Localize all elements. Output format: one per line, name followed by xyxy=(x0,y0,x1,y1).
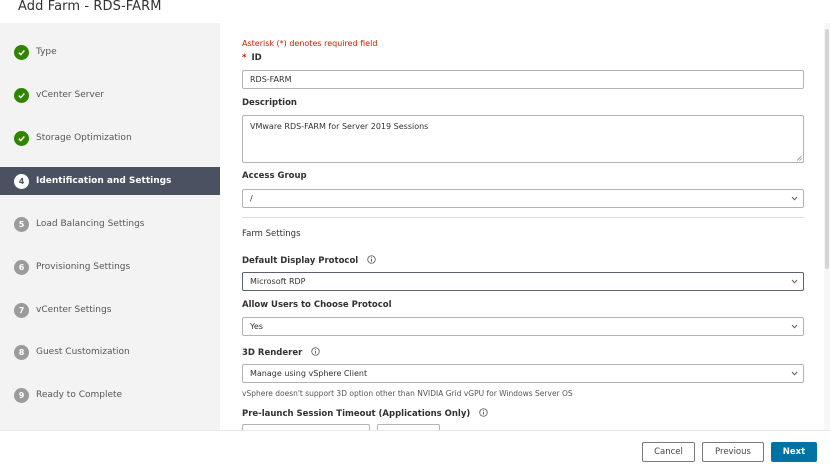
renderer-helper-text: vSphere doesn't support 3D option other … xyxy=(242,389,573,398)
display-protocol-select[interactable]: Microsoft RDP xyxy=(242,272,804,291)
step-label: Provisioning Settings xyxy=(36,262,131,272)
scrollbar-thumb[interactable] xyxy=(825,29,829,269)
id-label: * ID xyxy=(242,53,262,63)
form-scrollbar[interactable] xyxy=(824,23,830,430)
access-group-select[interactable]: / xyxy=(242,189,804,208)
footer-divider xyxy=(0,430,830,431)
wizard-body: Type vCenter Server Storage Optimization… xyxy=(0,23,830,430)
step-ready-to-complete[interactable]: 9 Ready to Complete xyxy=(0,381,220,409)
step-identification-and-settings[interactable]: 4 Identification and Settings xyxy=(0,167,220,195)
display-protocol-value: Microsoft RDP xyxy=(250,277,306,286)
renderer-value: Manage using vSphere Client xyxy=(250,369,368,378)
display-protocol-label-text: Default Display Protocol xyxy=(242,256,359,266)
step-provisioning-settings[interactable]: 6 Provisioning Settings xyxy=(0,253,220,281)
step-number-badge: 6 xyxy=(14,259,29,275)
step-storage-optimization[interactable]: Storage Optimization xyxy=(0,124,220,152)
display-protocol-label: Default Display Protocol xyxy=(242,255,376,266)
description-textarea[interactable]: VMware RDS-FARM for Server 2019 Sessions xyxy=(242,115,804,163)
description-text: VMware RDS-FARM for Server 2019 Sessions xyxy=(250,122,429,131)
info-icon[interactable] xyxy=(367,255,376,264)
step-guest-customization[interactable]: 8 Guest Customization xyxy=(0,338,220,366)
id-input[interactable]: RDS-FARM xyxy=(242,70,804,89)
step-number-badge: 4 xyxy=(14,173,29,189)
step-label: Guest Customization xyxy=(36,347,130,357)
chevron-down-icon xyxy=(791,279,798,284)
next-button[interactable]: Next xyxy=(771,442,817,462)
access-group-label: Access Group xyxy=(242,171,307,181)
form-panel: Asterisk (*) denotes required field * ID … xyxy=(220,23,824,430)
allow-choose-protocol-value: Yes xyxy=(250,322,263,331)
cancel-button[interactable]: Cancel xyxy=(642,442,695,462)
step-label: vCenter Server xyxy=(36,90,104,100)
resize-handle-icon[interactable] xyxy=(796,155,802,161)
check-icon xyxy=(14,130,29,146)
section-divider xyxy=(242,217,804,218)
farm-settings-title: Farm Settings xyxy=(242,229,301,239)
renderer-select[interactable]: Manage using vSphere Client xyxy=(242,364,804,383)
prelaunch-timeout-label: Pre-launch Session Timeout (Applications… xyxy=(242,408,488,419)
step-number-badge: 9 xyxy=(14,387,29,403)
step-label: Ready to Complete xyxy=(36,390,123,400)
step-number-badge: 5 xyxy=(14,216,29,232)
chevron-down-icon xyxy=(791,196,798,201)
page-title: Add Farm - RDS-FARM xyxy=(18,0,162,14)
check-icon xyxy=(14,87,29,103)
step-load-balancing-settings[interactable]: 5 Load Balancing Settings xyxy=(0,210,220,238)
chevron-down-icon xyxy=(791,324,798,329)
renderer-label: 3D Renderer xyxy=(242,347,320,358)
info-icon[interactable] xyxy=(479,408,488,417)
description-label: Description xyxy=(242,98,297,108)
wizard-steps-sidebar: Type vCenter Server Storage Optimization… xyxy=(0,23,220,430)
required-note: Asterisk (*) denotes required field xyxy=(242,39,378,48)
step-vcenter-settings[interactable]: 7 vCenter Settings xyxy=(0,296,220,324)
step-number-badge: 8 xyxy=(14,344,29,360)
check-icon xyxy=(14,44,29,60)
id-label-text: ID xyxy=(251,53,262,63)
prelaunch-timeout-label-text: Pre-launch Session Timeout (Applications… xyxy=(242,409,471,419)
step-label: Storage Optimization xyxy=(36,133,132,143)
access-group-value: / xyxy=(250,194,253,203)
allow-choose-protocol-label: Allow Users to Choose Protocol xyxy=(242,300,392,310)
previous-button[interactable]: Previous xyxy=(702,442,764,462)
step-label: vCenter Settings xyxy=(36,305,112,315)
step-type[interactable]: Type xyxy=(0,38,220,66)
info-icon[interactable] xyxy=(311,347,320,356)
chevron-down-icon xyxy=(791,371,798,376)
required-star: * xyxy=(242,53,247,63)
step-number-badge: 7 xyxy=(14,302,29,318)
step-label: Type xyxy=(36,47,57,57)
renderer-label-text: 3D Renderer xyxy=(242,348,303,358)
allow-choose-protocol-select[interactable]: Yes xyxy=(242,317,804,336)
step-label: Load Balancing Settings xyxy=(36,219,145,229)
step-vcenter-server[interactable]: vCenter Server xyxy=(0,81,220,109)
step-label: Identification and Settings xyxy=(36,176,172,186)
